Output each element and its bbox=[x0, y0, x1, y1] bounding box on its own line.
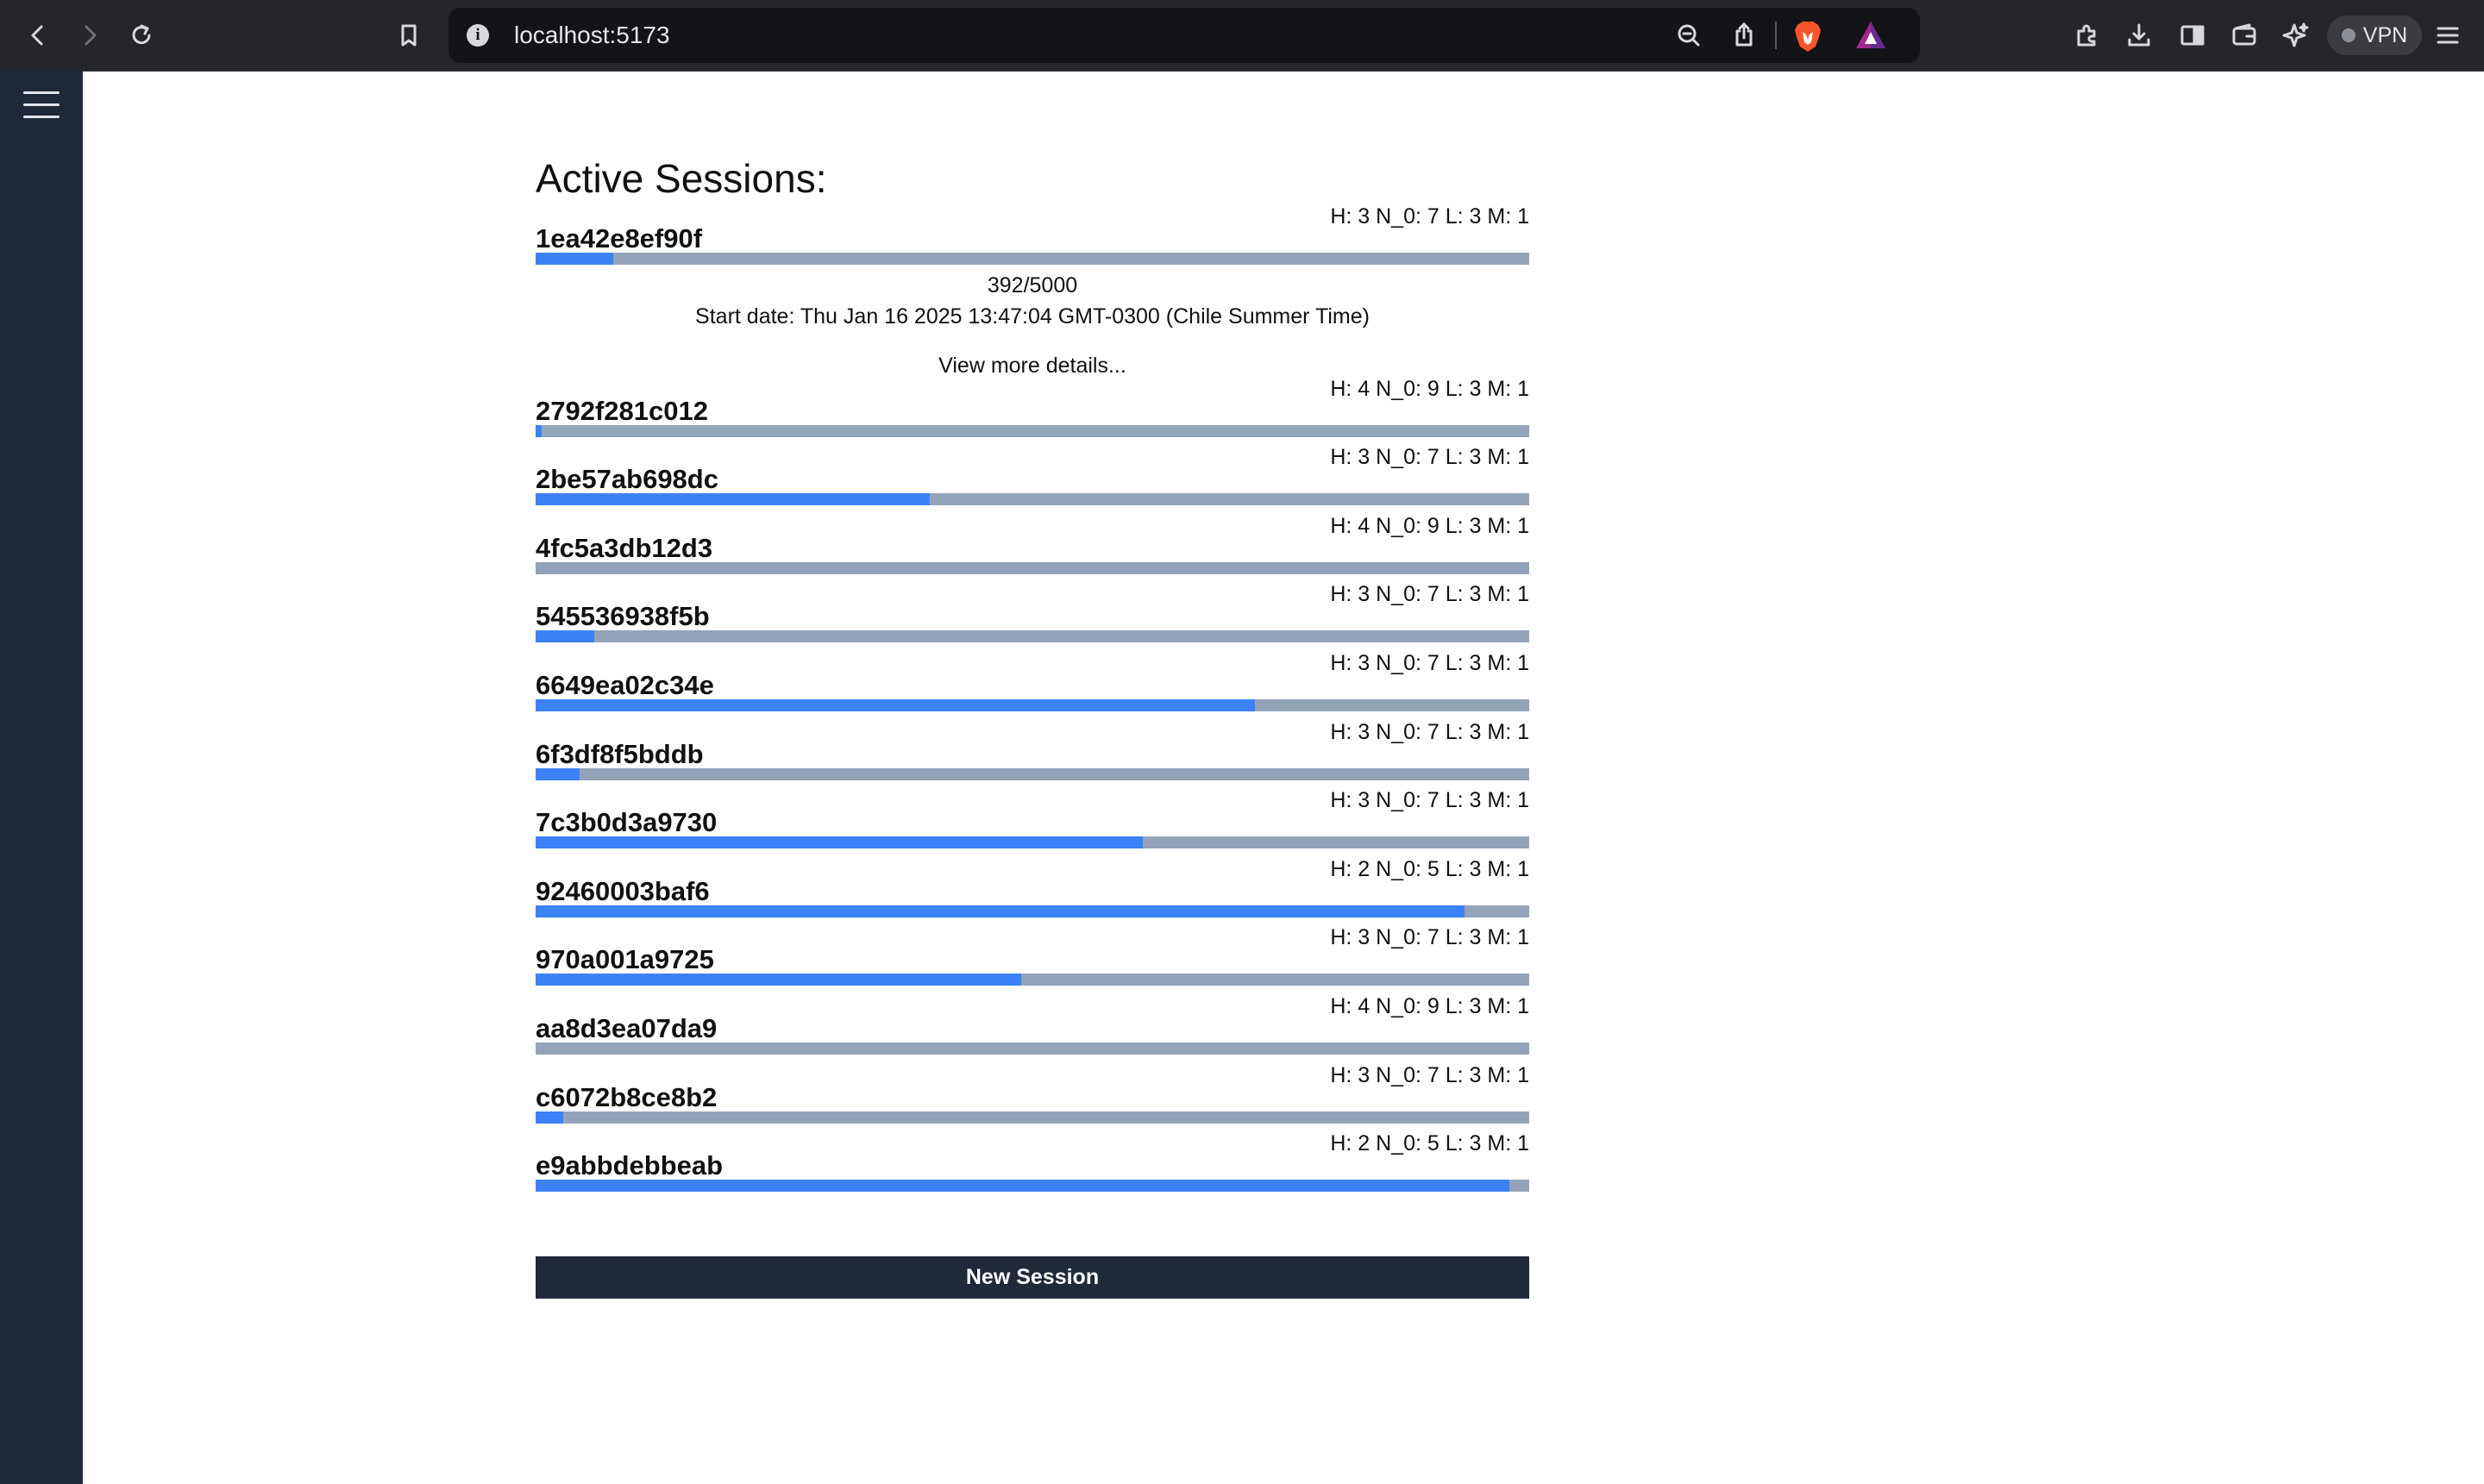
app-sidebar bbox=[0, 71, 83, 1484]
session-stats: H: 3 N_0: 7 L: 3 M: 1 bbox=[1330, 582, 1529, 607]
session-stats: H: 3 N_0: 7 L: 3 M: 1 bbox=[1330, 1062, 1529, 1087]
session-stats: H: 3 N_0: 7 L: 3 M: 1 bbox=[1330, 204, 1529, 229]
session-row: H: 3 N_0: 7 L: 3 M: 1 545536938f5b bbox=[536, 581, 1529, 650]
session-id[interactable]: c6072b8ce8b2 bbox=[536, 1081, 717, 1114]
bookmark-icon[interactable] bbox=[392, 18, 426, 53]
session-row: H: 3 N_0: 7 L: 3 M: 1 970a001a9725 bbox=[536, 924, 1529, 993]
session-stats: H: 4 N_0: 9 L: 3 M: 1 bbox=[1330, 993, 1529, 1018]
session-progress-fill bbox=[536, 253, 614, 265]
zoom-icon[interactable] bbox=[1672, 18, 1706, 53]
share-icon[interactable] bbox=[1727, 18, 1761, 53]
session-list: H: 3 N_0: 7 L: 3 M: 1 1ea42e8ef90f 392/500… bbox=[536, 204, 1529, 1199]
progress-count: 392/5000 bbox=[987, 272, 1078, 297]
session-progress-fill bbox=[536, 630, 594, 643]
page-title: Active Sessions: bbox=[536, 156, 827, 201]
session-id[interactable]: 545536938f5b bbox=[536, 600, 710, 633]
session-progress-fill bbox=[536, 905, 1465, 917]
session-row: H: 3 N_0: 7 L: 3 M: 1 7c3b0d3a9730 bbox=[536, 787, 1529, 856]
session-stats: H: 3 N_0: 7 L: 3 M: 1 bbox=[1330, 445, 1529, 470]
vpn-label: VPN bbox=[2362, 22, 2408, 47]
back-icon[interactable] bbox=[21, 18, 55, 53]
session-stats: H: 2 N_0: 5 L: 3 M: 1 bbox=[1330, 1131, 1529, 1156]
session-progress-bar bbox=[536, 1042, 1529, 1055]
session-stats: H: 4 N_0: 9 L: 3 M: 1 bbox=[1330, 376, 1529, 401]
vpn-status-icon bbox=[2341, 28, 2355, 42]
session-id[interactable]: 2be57ab698dc bbox=[536, 463, 718, 496]
session-progress-fill bbox=[536, 1180, 1509, 1193]
session-progress-bar bbox=[536, 1180, 1529, 1193]
session-progress-bar bbox=[536, 836, 1529, 849]
session-row: H: 2 N_0: 5 L: 3 M: 1 e9abbdebbeab bbox=[536, 1130, 1529, 1199]
session-progress-fill bbox=[536, 424, 542, 437]
extensions-icon[interactable] bbox=[2070, 18, 2104, 53]
session-progress-fill bbox=[536, 974, 1022, 986]
leo-ai-icon[interactable] bbox=[2279, 18, 2313, 53]
session-row: H: 3 N_0: 7 L: 3 M: 1 1ea42e8ef90f bbox=[536, 204, 1529, 272]
session-id[interactable]: 1ea42e8ef90f bbox=[536, 222, 702, 255]
session-id[interactable]: 6f3df8f5bddb bbox=[536, 738, 704, 771]
session-progress-bar bbox=[536, 424, 1529, 437]
session-progress-bar bbox=[536, 767, 1529, 780]
session-stats: H: 3 N_0: 7 L: 3 M: 1 bbox=[1330, 925, 1529, 950]
sidebar-icon[interactable] bbox=[2175, 18, 2210, 53]
session-details: 392/5000 Start date: Thu Jan 16 2025 13:4… bbox=[536, 272, 1529, 379]
new-session-button[interactable]: New Session bbox=[536, 1256, 1529, 1299]
session-row: H: 3 N_0: 7 L: 3 M: 1 6f3df8f5bddb bbox=[536, 719, 1529, 788]
session-id[interactable]: 2792f281c012 bbox=[536, 395, 708, 428]
session-row: H: 4 N_0: 9 L: 3 M: 1 4fc5a3db12d3 bbox=[536, 513, 1529, 582]
reload-icon[interactable] bbox=[124, 18, 159, 53]
session-row: H: 3 N_0: 7 L: 3 M: 1 6649ea02c34e bbox=[536, 650, 1529, 719]
session-row: H: 4 N_0: 9 L: 3 M: 1 2792f281c012 bbox=[536, 376, 1529, 445]
session-id[interactable]: 7c3b0d3a9730 bbox=[536, 806, 717, 839]
session-row: H: 3 N_0: 7 L: 3 M: 1 2be57ab698dc bbox=[536, 444, 1529, 513]
session-id[interactable]: 970a001a9725 bbox=[536, 943, 714, 976]
session-id[interactable]: aa8d3ea07da9 bbox=[536, 1012, 717, 1045]
session-row: H: 3 N_0: 7 L: 3 M: 1 c6072b8ce8b2 bbox=[536, 1062, 1529, 1131]
hamburger-menu-icon[interactable] bbox=[23, 91, 60, 126]
session-progress-fill bbox=[536, 698, 1256, 711]
wallet-icon[interactable] bbox=[2227, 18, 2261, 53]
forward-icon[interactable] bbox=[72, 18, 107, 53]
session-progress-bar bbox=[536, 493, 1529, 506]
start-date: Start date: Thu Jan 16 2025 13:47:04 GMT… bbox=[695, 304, 1370, 329]
session-progress-fill bbox=[536, 836, 1143, 849]
url-text[interactable]: localhost:5173 bbox=[514, 8, 670, 63]
separator bbox=[1775, 22, 1777, 49]
downloads-icon[interactable] bbox=[2122, 18, 2156, 53]
session-progress-fill bbox=[536, 493, 931, 506]
session-id[interactable]: e9abbdebbeab bbox=[536, 1149, 723, 1182]
session-progress-bar bbox=[536, 253, 1529, 265]
session-progress-bar bbox=[536, 630, 1529, 643]
session-progress-fill bbox=[536, 767, 580, 780]
session-stats: H: 4 N_0: 9 L: 3 M: 1 bbox=[1330, 513, 1529, 538]
session-progress-bar bbox=[536, 905, 1529, 917]
session-row: H: 2 N_0: 5 L: 3 M: 1 92460003baf6 bbox=[536, 856, 1529, 925]
session-progress-fill bbox=[536, 1111, 564, 1124]
session-stats: H: 3 N_0: 7 L: 3 M: 1 bbox=[1330, 719, 1529, 744]
vpn-button[interactable]: VPN bbox=[2327, 16, 2422, 55]
session-progress-bar bbox=[536, 974, 1529, 986]
session-progress-bar bbox=[536, 1111, 1529, 1124]
session-progress-bar bbox=[536, 561, 1529, 574]
site-info-icon[interactable]: i bbox=[461, 18, 495, 53]
session-stats: H: 2 N_0: 5 L: 3 M: 1 bbox=[1330, 856, 1529, 881]
session-row: H: 4 N_0: 9 L: 3 M: 1 aa8d3ea07da9 bbox=[536, 993, 1529, 1062]
session-id[interactable]: 92460003baf6 bbox=[536, 875, 710, 908]
session-stats: H: 3 N_0: 7 L: 3 M: 1 bbox=[1330, 650, 1529, 675]
view-details-link[interactable]: View more details... bbox=[536, 353, 1529, 379]
brave-rewards-icon[interactable] bbox=[1854, 20, 1887, 51]
session-progress-bar bbox=[536, 698, 1529, 711]
address-bar[interactable]: i localhost:5173 bbox=[448, 8, 1920, 63]
brave-shields-icon[interactable] bbox=[1792, 20, 1823, 53]
browser-toolbar: i localhost:5173 VPN bbox=[0, 0, 2484, 72]
menu-icon[interactable] bbox=[2431, 18, 2465, 53]
sessions-panel: Active Sessions: H: 3 N_0: 7 L: 3 M: 1 1e… bbox=[536, 153, 1529, 1199]
session-id[interactable]: 4fc5a3db12d3 bbox=[536, 532, 712, 565]
session-stats: H: 3 N_0: 7 L: 3 M: 1 bbox=[1330, 788, 1529, 813]
session-id[interactable]: 6649ea02c34e bbox=[536, 669, 714, 702]
